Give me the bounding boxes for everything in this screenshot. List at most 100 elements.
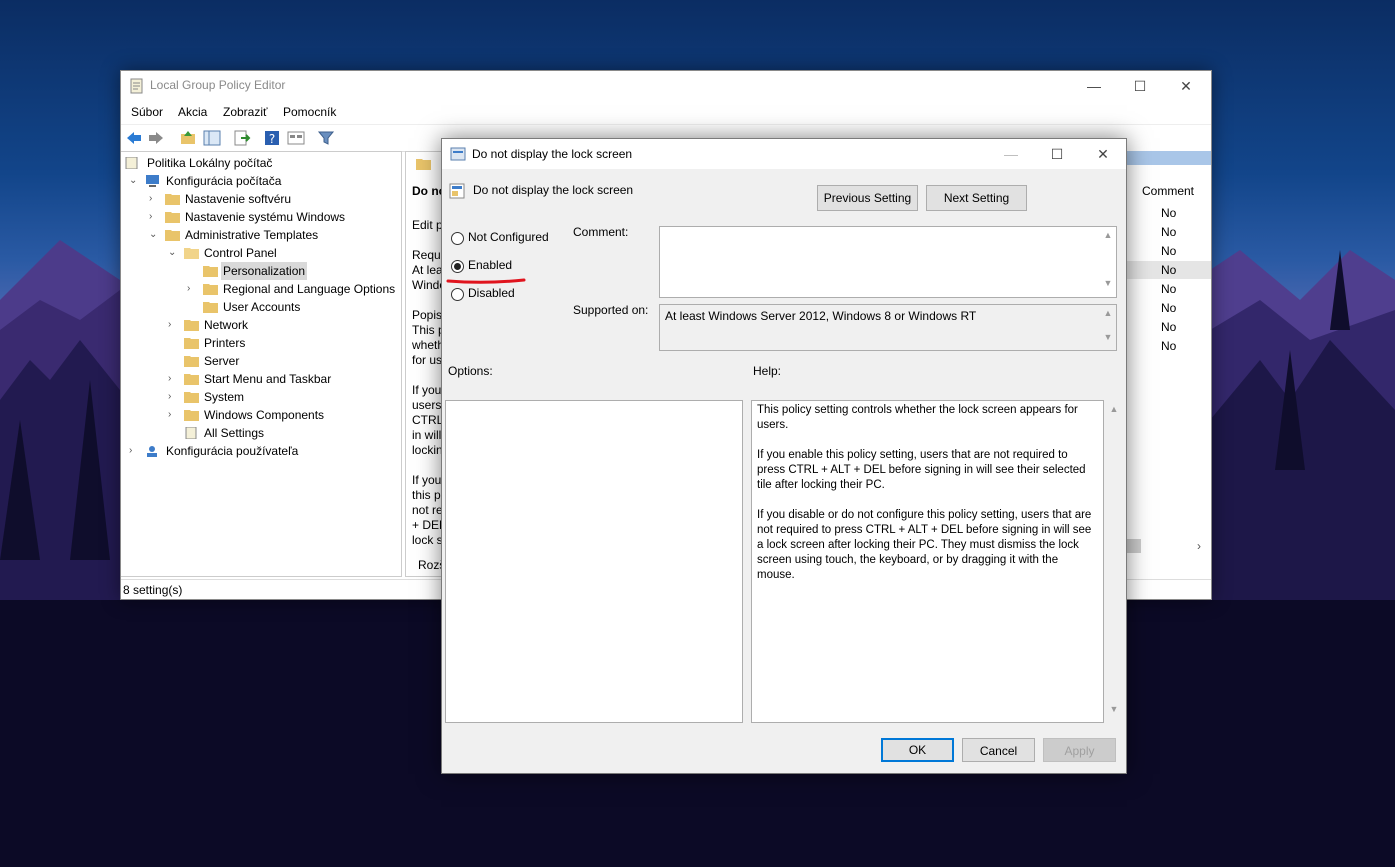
- tree-item-root[interactable]: Politika Lokálny počítač: [125, 154, 395, 172]
- minimize-button[interactable]: —: [1071, 71, 1117, 101]
- tree-label: Server: [204, 354, 240, 368]
- pane-fragment: CTRL: [412, 413, 444, 427]
- apply-button[interactable]: Apply: [1043, 738, 1116, 762]
- pane-fragment[interactable]: Edit p: [412, 218, 443, 232]
- dialog-maximize-button[interactable]: ☐: [1034, 139, 1080, 169]
- pane-fragment: lock s: [412, 533, 443, 547]
- chevron-right-icon[interactable]: ›: [187, 280, 197, 298]
- tree-item-user-accounts[interactable]: User Accounts: [125, 298, 395, 316]
- filter-icon[interactable]: [317, 129, 335, 147]
- scroll-up-icon[interactable]: ▲: [1106, 404, 1122, 414]
- export-list-icon[interactable]: [233, 129, 251, 147]
- pane-fragment: lockin: [412, 443, 443, 457]
- list-cell: No: [1161, 282, 1177, 296]
- tree-item-network[interactable]: › Network: [125, 316, 395, 334]
- tree-label: Control Panel: [204, 246, 277, 260]
- horizontal-scrollbar-thumb[interactable]: [1127, 539, 1141, 553]
- computer-icon: [146, 175, 159, 187]
- help-panel: This policy setting controls whether the…: [751, 400, 1104, 723]
- window-title: Local Group Policy Editor: [150, 78, 286, 92]
- chevron-down-icon[interactable]: ⌄: [168, 244, 178, 262]
- dialog-close-button[interactable]: ✕: [1080, 139, 1126, 169]
- menu-view[interactable]: Zobraziť: [223, 105, 268, 119]
- chevron-down-icon[interactable]: ⌄: [149, 226, 159, 244]
- help-label: Help:: [753, 364, 782, 378]
- help-scrollbar[interactable]: ▲ ▼: [1106, 400, 1122, 723]
- folder-icon: [184, 320, 199, 331]
- tree-item-control-panel[interactable]: ⌄ Control Panel: [125, 244, 395, 262]
- chevron-right-icon[interactable]: ›: [149, 190, 159, 208]
- setting-icon: [449, 183, 465, 199]
- next-setting-button[interactable]: Next Setting: [926, 185, 1027, 211]
- back-arrow-icon[interactable]: [125, 129, 143, 147]
- pane-fragment: not re: [412, 503, 443, 517]
- chevron-right-icon[interactable]: ›: [129, 442, 139, 460]
- cancel-button[interactable]: Cancel: [962, 738, 1035, 762]
- tree-item-user-config[interactable]: › Konfigurácia používateľa: [125, 442, 395, 460]
- chevron-right-icon[interactable]: ›: [168, 316, 178, 334]
- tree-item-personalization[interactable]: Personalization: [125, 262, 395, 280]
- scroll-down-icon[interactable]: ▼: [1106, 704, 1122, 714]
- forward-arrow-icon[interactable]: [147, 129, 165, 147]
- tree-label: Nastavenie softvéru: [185, 192, 292, 206]
- menu-file[interactable]: Súbor: [131, 105, 163, 119]
- tree-item-system[interactable]: › System: [125, 388, 395, 406]
- tree-item-windows-components[interactable]: › Windows Components: [125, 406, 395, 424]
- up-folder-icon[interactable]: [179, 129, 197, 147]
- tree-label: Konfigurácia používateľa: [166, 444, 299, 458]
- chevron-right-icon[interactable]: ›: [168, 388, 178, 406]
- pane-fragment: for us: [412, 353, 443, 367]
- folder-icon: [184, 356, 199, 367]
- supported-scrollbar[interactable]: ▲ ▼: [1100, 305, 1116, 350]
- dialog-title-bar: Do not display the lock screen — ☐ ✕: [442, 139, 1126, 169]
- list-cell: No: [1161, 301, 1177, 315]
- tree-item-windows-settings[interactable]: › Nastavenie systému Windows: [125, 208, 395, 226]
- tree-label: User Accounts: [223, 300, 301, 314]
- list-cell: No: [1161, 320, 1177, 334]
- tree-label: Start Menu and Taskbar: [204, 372, 332, 386]
- supported-on-field: At least Windows Server 2012, Windows 8 …: [659, 304, 1117, 351]
- tree-label: Network: [204, 318, 249, 332]
- radio-indicator[interactable]: [451, 260, 464, 273]
- comment-textarea[interactable]: ▲ ▼: [659, 226, 1117, 298]
- tree-label: Nastavenie systému Windows: [185, 210, 346, 224]
- pane-fragment: wheth: [412, 338, 445, 352]
- pane-fragment: If you: [412, 473, 442, 487]
- radio-indicator[interactable]: [451, 288, 464, 301]
- maximize-button[interactable]: ☐: [1117, 71, 1163, 101]
- help-paragraph: If you disable or do not configure this …: [757, 509, 1092, 581]
- radio-indicator[interactable]: [451, 232, 464, 245]
- chevron-right-icon[interactable]: ›: [149, 208, 159, 226]
- properties-icon[interactable]: [287, 129, 305, 147]
- scroll-right-icon[interactable]: ›: [1197, 539, 1201, 553]
- tree-item-regional[interactable]: › Regional and Language Options: [125, 280, 395, 298]
- help-icon[interactable]: ?: [263, 129, 281, 147]
- previous-setting-button[interactable]: Previous Setting: [817, 185, 918, 211]
- options-label: Options:: [448, 364, 493, 378]
- tree-item-printers[interactable]: Printers: [125, 334, 395, 352]
- tree-item-start-menu[interactable]: › Start Menu and Taskbar: [125, 370, 395, 388]
- tree-item-admin-templates[interactable]: ⌄ Administrative Templates: [125, 226, 395, 244]
- tree-item-server[interactable]: Server: [125, 352, 395, 370]
- close-button[interactable]: ✕: [1163, 71, 1209, 101]
- tree-item-computer-config[interactable]: ⌄ Konfigurácia počítača: [125, 172, 395, 190]
- tree-label: Politika Lokálny počítač: [147, 156, 273, 170]
- chevron-right-icon[interactable]: ›: [168, 370, 178, 388]
- chevron-right-icon[interactable]: ›: [168, 406, 178, 424]
- show-hide-tree-icon[interactable]: [203, 129, 221, 147]
- chevron-down-icon[interactable]: ⌄: [129, 172, 139, 190]
- menu-action[interactable]: Akcia: [178, 105, 207, 119]
- tree-item-all-settings[interactable]: All Settings: [125, 424, 395, 442]
- ok-button[interactable]: OK: [881, 738, 954, 762]
- comment-scrollbar[interactable]: ▲ ▼: [1100, 227, 1116, 297]
- menu-help[interactable]: Pomocník: [283, 105, 336, 119]
- radio-not-configured[interactable]: Not Configured: [451, 230, 591, 248]
- menu-bar: Súbor Akcia Zobraziť Pomocník: [121, 101, 1211, 123]
- radio-enabled[interactable]: Enabled: [451, 258, 591, 276]
- folder-icon: [184, 374, 199, 385]
- folder-icon: [203, 302, 218, 313]
- column-header-comment[interactable]: Comment: [1142, 184, 1194, 198]
- help-paragraph: This policy setting controls whether the…: [757, 404, 1078, 431]
- radio-disabled[interactable]: Disabled: [451, 286, 591, 304]
- tree-item-software-settings[interactable]: › Nastavenie softvéru: [125, 190, 395, 208]
